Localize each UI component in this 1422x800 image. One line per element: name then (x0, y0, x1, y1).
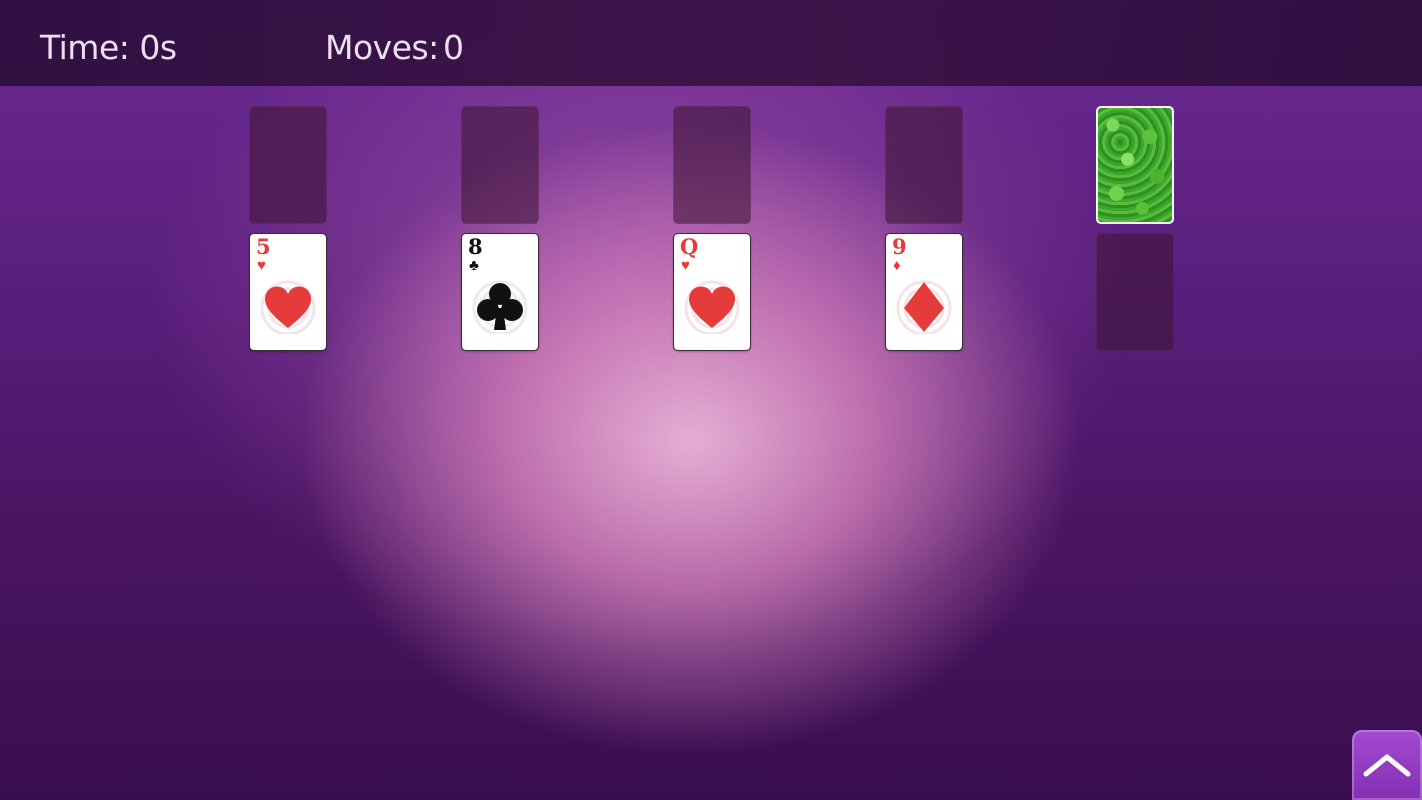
heart-icon: ♥ (257, 257, 266, 274)
moves-label: Moves: (325, 28, 439, 67)
foundation-slot-1[interactable] (249, 106, 327, 224)
heart-icon: ♥ (681, 257, 690, 274)
foundation-slot-3[interactable] (673, 106, 751, 224)
tableau-card-4[interactable]: 9 ♦ (885, 233, 963, 351)
foundation-slot-4[interactable] (885, 106, 963, 224)
scroll-up-button[interactable] (1352, 730, 1422, 800)
club-icon (477, 283, 523, 330)
diamond-icon: ♦ (893, 257, 901, 274)
diamond-icon (904, 282, 944, 332)
time-display: Time: 0s (40, 28, 177, 67)
moves-count: 0 (443, 28, 464, 67)
heart-icon (264, 286, 312, 328)
tableau-card-2[interactable]: 8 ♣ (461, 233, 539, 351)
top-bar: Time: 0s Moves: 0 (0, 0, 1422, 86)
tableau-card-3[interactable]: Q ♥ (673, 233, 751, 351)
card-rank: 9 (892, 234, 907, 259)
foundation-slot-2[interactable] (461, 106, 539, 224)
waste-slot[interactable] (1096, 233, 1174, 351)
card-rank: Q (680, 234, 699, 259)
club-icon: ♣ (469, 257, 479, 274)
card-rank: 5 (256, 234, 271, 259)
chevron-up-icon (1363, 754, 1411, 777)
heart-icon (688, 286, 736, 328)
card-rank: 8 (468, 234, 483, 259)
stock-pile-card-back[interactable] (1096, 106, 1174, 224)
tableau-card-1[interactable]: 5 ♥ (249, 233, 327, 351)
